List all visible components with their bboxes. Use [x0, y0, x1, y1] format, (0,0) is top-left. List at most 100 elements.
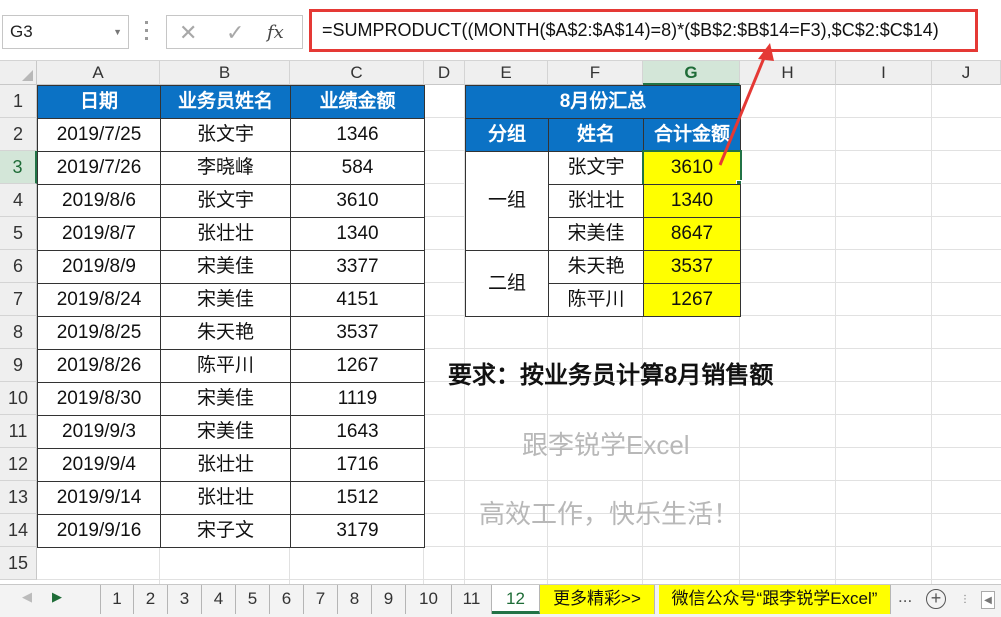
- table-cell[interactable]: 1643: [290, 415, 425, 449]
- table-cell[interactable]: 2019/8/7: [37, 217, 161, 251]
- row-header-11[interactable]: 11: [0, 415, 37, 448]
- summary-name-cell[interactable]: 朱天艳: [548, 250, 644, 284]
- table-cell[interactable]: 李晓峰: [160, 151, 291, 185]
- table-cell[interactable]: 3377: [290, 250, 425, 284]
- tab-sheet-3[interactable]: 3: [168, 585, 202, 614]
- table-cell[interactable]: 宋美佳: [160, 283, 291, 317]
- more-options-icon[interactable]: ⋮: [958, 591, 972, 609]
- summary-name-cell[interactable]: 张壮壮: [548, 184, 644, 218]
- table-cell[interactable]: 2019/8/9: [37, 250, 161, 284]
- table-cell[interactable]: 朱天艳: [160, 316, 291, 350]
- row-header-14[interactable]: 14: [0, 514, 37, 547]
- table-cell[interactable]: 584: [290, 151, 425, 185]
- insert-function-icon[interactable]: fx: [267, 18, 284, 48]
- row-header-3[interactable]: 3: [0, 151, 37, 184]
- table-cell[interactable]: 宋美佳: [160, 415, 291, 449]
- column-header-j[interactable]: J: [932, 61, 1001, 85]
- table-cell[interactable]: 2019/7/25: [37, 118, 161, 152]
- table-cell[interactable]: 2019/7/26: [37, 151, 161, 185]
- table-cell[interactable]: 2019/9/16: [37, 514, 161, 548]
- row-header-15[interactable]: 15: [0, 547, 37, 580]
- row-header-6[interactable]: 6: [0, 250, 37, 283]
- more-tabs-icon[interactable]: ...: [898, 587, 912, 607]
- add-sheet-icon[interactable]: +: [926, 589, 946, 609]
- tab-scroll-left-icon[interactable]: ◀: [22, 589, 32, 605]
- row-header-10[interactable]: 10: [0, 382, 37, 415]
- table-cell[interactable]: 1346: [290, 118, 425, 152]
- summary-name-cell[interactable]: 陈平川: [548, 283, 644, 317]
- table-cell[interactable]: 1267: [290, 349, 425, 383]
- column-header-f[interactable]: F: [548, 61, 643, 85]
- summary-total-cell[interactable]: 1340: [643, 184, 741, 218]
- summary-group-cell[interactable]: 一组: [465, 151, 549, 251]
- table-cell[interactable]: 1119: [290, 382, 425, 416]
- table-cell[interactable]: 4151: [290, 283, 425, 317]
- tab-sheet-2[interactable]: 2: [134, 585, 168, 614]
- table-cell[interactable]: 张壮壮: [160, 481, 291, 515]
- table-cell[interactable]: 2019/9/4: [37, 448, 161, 482]
- formula-bar-grip-icon[interactable]: [145, 21, 149, 41]
- table-cell[interactable]: 2019/9/14: [37, 481, 161, 515]
- tab-sheet-4[interactable]: 4: [202, 585, 236, 614]
- table-cell[interactable]: 2019/8/6: [37, 184, 161, 218]
- table-cell[interactable]: 张文宇: [160, 118, 291, 152]
- table-cell[interactable]: 2019/8/26: [37, 349, 161, 383]
- column-header-b[interactable]: B: [160, 61, 290, 85]
- table-cell[interactable]: 3179: [290, 514, 425, 548]
- tab-sheet-8[interactable]: 8: [338, 585, 372, 614]
- table-cell[interactable]: 1340: [290, 217, 425, 251]
- tab-sheet-1[interactable]: 1: [100, 585, 134, 614]
- summary-total-cell[interactable]: 8647: [643, 217, 741, 251]
- table-cell[interactable]: 2019/8/24: [37, 283, 161, 317]
- summary-total-cell[interactable]: 3537: [643, 250, 741, 284]
- row-header-2[interactable]: 2: [0, 118, 37, 151]
- summary-name-cell[interactable]: 张文宇: [548, 151, 644, 185]
- summary-total-cell[interactable]: 1267: [643, 283, 741, 317]
- cancel-icon[interactable]: ✕: [179, 18, 197, 48]
- tab-sheet-9[interactable]: 9: [372, 585, 406, 614]
- row-header-4[interactable]: 4: [0, 184, 37, 217]
- row-header-13[interactable]: 13: [0, 481, 37, 514]
- enter-icon[interactable]: ✓: [226, 18, 244, 48]
- table-cell[interactable]: 3610: [290, 184, 425, 218]
- tab-sheet-11[interactable]: 11: [452, 585, 492, 614]
- column-header-e[interactable]: E: [465, 61, 548, 85]
- column-header-i[interactable]: I: [836, 61, 932, 85]
- table-cell[interactable]: 张壮壮: [160, 217, 291, 251]
- row-header-12[interactable]: 12: [0, 448, 37, 481]
- scroll-left-arrow-icon[interactable]: ◀: [981, 591, 995, 609]
- tab-scroll-right-icon[interactable]: ▶: [52, 589, 62, 605]
- summary-name-cell[interactable]: 宋美佳: [548, 217, 644, 251]
- table-cell[interactable]: 3537: [290, 316, 425, 350]
- tab-sheet-5[interactable]: 5: [236, 585, 270, 614]
- row-header-7[interactable]: 7: [0, 283, 37, 316]
- table-cell[interactable]: 宋美佳: [160, 382, 291, 416]
- worksheet-grid[interactable]: ABCDEFGHIJ 1 2 3 4 5 6 7 8 9 10 11 12 13 14 15 日期 业务员姓名…: [0, 43, 1001, 584]
- column-header-c[interactable]: C: [290, 61, 424, 85]
- column-header-d[interactable]: D: [424, 61, 465, 85]
- tab-sheet-12[interactable]: 12: [492, 585, 540, 614]
- table-cell[interactable]: 陈平川: [160, 349, 291, 383]
- tab-more-content[interactable]: 更多精彩>>: [540, 585, 655, 614]
- name-box-dropdown-icon[interactable]: ▼: [113, 16, 122, 48]
- table-cell[interactable]: 2019/8/30: [37, 382, 161, 416]
- tab-sheet-6[interactable]: 6: [270, 585, 304, 614]
- table-cell[interactable]: 2019/8/25: [37, 316, 161, 350]
- table-cell[interactable]: 2019/9/3: [37, 415, 161, 449]
- formula-input[interactable]: =SUMPRODUCT((MONTH($A$2:$A$14)=8)*($B$2:…: [309, 9, 978, 52]
- table-cell[interactable]: 宋美佳: [160, 250, 291, 284]
- tab-sheet-10[interactable]: 10: [406, 585, 452, 614]
- table-cell[interactable]: 张壮壮: [160, 448, 291, 482]
- summary-group-cell[interactable]: 二组: [465, 250, 549, 317]
- table-cell[interactable]: 1716: [290, 448, 425, 482]
- name-box[interactable]: G3 ▼: [2, 15, 129, 49]
- table-cell[interactable]: 1512: [290, 481, 425, 515]
- row-header-8[interactable]: 8: [0, 316, 37, 349]
- table-cell[interactable]: 张文宇: [160, 184, 291, 218]
- tab-wechat[interactable]: 微信公众号“跟李锐学Excel”: [659, 585, 891, 614]
- row-header-1[interactable]: 1: [0, 85, 37, 118]
- row-header-5[interactable]: 5: [0, 217, 37, 250]
- table-cell[interactable]: 宋子文: [160, 514, 291, 548]
- row-header-9[interactable]: 9: [0, 349, 37, 382]
- column-header-a[interactable]: A: [37, 61, 160, 85]
